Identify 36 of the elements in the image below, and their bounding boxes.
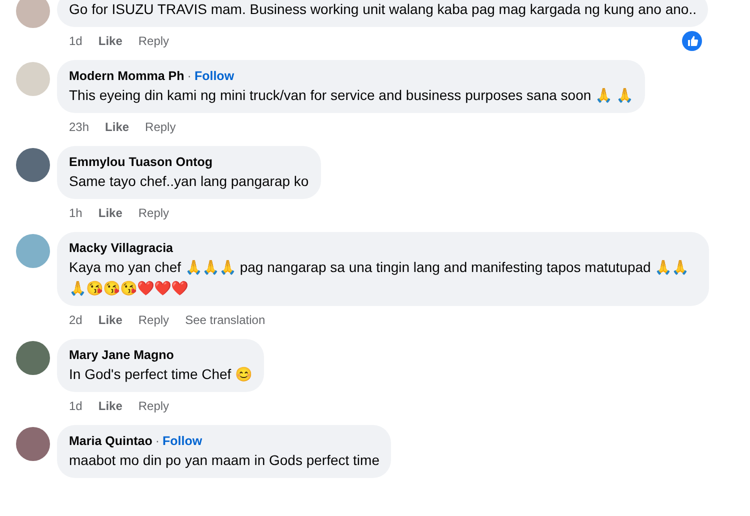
like-link[interactable]: Like	[105, 118, 130, 136]
comment-time[interactable]: 23h	[69, 118, 90, 136]
commenter-name[interactable]: Emmylou Tuason Ontog	[69, 153, 213, 171]
follow-link[interactable]: Follow	[162, 432, 202, 450]
commenter-name[interactable]: Maria Quintao	[69, 432, 152, 450]
avatar-photo[interactable]	[16, 148, 50, 182]
like-link[interactable]: Like	[98, 32, 122, 50]
comment-time[interactable]: 1h	[69, 204, 82, 222]
separator-dot: ·	[154, 433, 161, 450]
separator-dot: ·	[186, 68, 192, 85]
avatar-photo[interactable]	[16, 427, 50, 461]
follow-link[interactable]: Follow	[194, 67, 234, 85]
action-link[interactable]: Reply	[138, 204, 170, 222]
comment-time[interactable]: 1d	[69, 397, 82, 415]
commenter-name[interactable]: Mary Jane Magno	[69, 346, 174, 364]
comment-time[interactable]: 1d	[69, 32, 82, 50]
comment-text: maabot mo din po yan maam in Gods perfect time	[69, 451, 380, 470]
comment-text: Kaya mo yan chef 🙏🙏🙏 pag nangarap sa una tingin lang and manifesting tapos matutupad 🙏🙏🙏😘😘😘❤❤❤	[69, 258, 690, 298]
like-link[interactable]: Like	[98, 311, 122, 329]
commenter-name[interactable]: Macky Villagracia	[69, 239, 174, 257]
like-link[interactable]: Like	[98, 397, 122, 415]
comment-text: In God's perfect time Chef 😊	[69, 365, 252, 384]
comment-time[interactable]: 2d	[69, 311, 82, 329]
avatar-photo[interactable]	[16, 234, 50, 268]
action-link[interactable]: Reply	[138, 397, 170, 415]
commenter-name[interactable]: Modern Momma Ph	[69, 67, 184, 85]
like-link[interactable]: Like	[98, 204, 122, 222]
action-link[interactable]: Reply	[145, 118, 176, 136]
comment-text: Go for ISUZU TRAVIS mam. Business working unit walang kaba pag mag kargada ng kung ano ano..	[69, 0, 696, 19]
action-link[interactable]: See translation	[185, 311, 266, 329]
comment-text: Same tayo chef..yan lang pangarap ko	[69, 172, 309, 191]
comment-text: This eyeing din kami ng mini truck/van for service and business purposes sana soon 🙏 🙏	[69, 86, 633, 105]
avatar-photo[interactable]	[16, 341, 50, 375]
action-link[interactable]: Reply	[138, 311, 170, 329]
action-link[interactable]: Reply	[138, 32, 170, 50]
thumbs-up-icon[interactable]	[682, 31, 702, 51]
